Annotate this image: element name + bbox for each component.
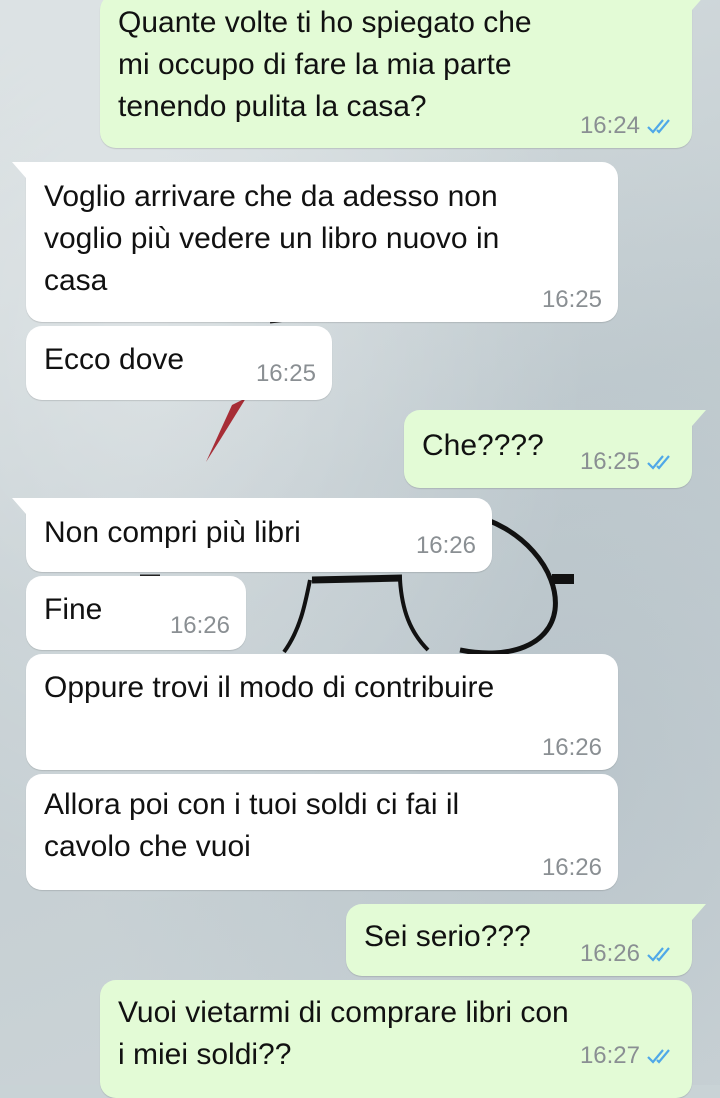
message-time: 16:26 [541, 734, 602, 761]
message-time: 16:25 [255, 360, 316, 387]
message-bubble-incoming[interactable]: Allora poi con i tuoi soldi ci fai il ca… [26, 774, 618, 890]
message-time: 16:26 [415, 532, 476, 559]
message-meta: 16:26 [416, 532, 476, 560]
read-double-check-icon [647, 455, 670, 470]
message-text: Oppure trovi il modo di contribuire [44, 671, 495, 704]
message-bubble-outgoing[interactable]: Sei serio??? 16:26 [346, 904, 706, 976]
message-text: Quante volte ti ho spiegato che mi occup… [118, 6, 532, 123]
message-bubble-incoming[interactable]: Voglio arrivare che da adesso non voglio… [12, 162, 618, 322]
message-time: 16:26 [169, 612, 230, 639]
message-text: Ecco dove [44, 343, 185, 376]
message-meta: 16:26 [542, 734, 602, 762]
read-double-check-icon [647, 1049, 670, 1064]
message-text: Sei serio??? [364, 920, 531, 953]
message-text: Fine [44, 593, 103, 626]
message-bubble-incoming[interactable]: Fine 16:26 [26, 576, 246, 650]
message-time: 16:27 [579, 1042, 640, 1069]
message-meta: 16:26 [170, 612, 230, 640]
message-bubble-incoming[interactable]: Ecco dove 16:25 [26, 326, 332, 400]
message-time: 16:26 [579, 940, 640, 967]
message-bubble-outgoing[interactable]: Quante volte ti ho spiegato che mi occup… [100, 0, 706, 148]
message-time: 16:24 [579, 112, 640, 139]
message-text: Non compri più libri [44, 516, 301, 549]
message-text: Vuoi vietarmi di comprare libri con i mi… [118, 996, 569, 1071]
message-meta: 16:25 [580, 448, 676, 476]
message-bubble-incoming[interactable]: Oppure trovi il modo di contribuire 16:2… [26, 654, 618, 770]
message-meta: 16:26 [580, 940, 676, 968]
read-double-check-icon [647, 119, 670, 134]
message-bubble-outgoing[interactable]: Che???? 16:25 [404, 410, 706, 488]
message-meta: 16:27 [580, 1042, 676, 1070]
read-double-check-icon [647, 947, 670, 962]
message-bubble-incoming[interactable]: Non compri più libri 16:26 [12, 498, 492, 572]
message-text: Che???? [422, 429, 544, 462]
message-meta: 16:24 [580, 112, 676, 140]
message-meta: 16:26 [542, 854, 602, 882]
message-bubble-outgoing[interactable]: Vuoi vietarmi di comprare libri con i mi… [100, 980, 692, 1098]
message-text: Allora poi con i tuoi soldi ci fai il ca… [44, 788, 460, 863]
message-time: 16:25 [579, 448, 640, 475]
message-meta: 16:25 [542, 286, 602, 314]
message-time: 16:25 [541, 286, 602, 313]
message-text: Voglio arrivare che da adesso non voglio… [44, 180, 500, 297]
message-time: 16:26 [541, 854, 602, 881]
message-meta: 16:25 [256, 360, 316, 388]
